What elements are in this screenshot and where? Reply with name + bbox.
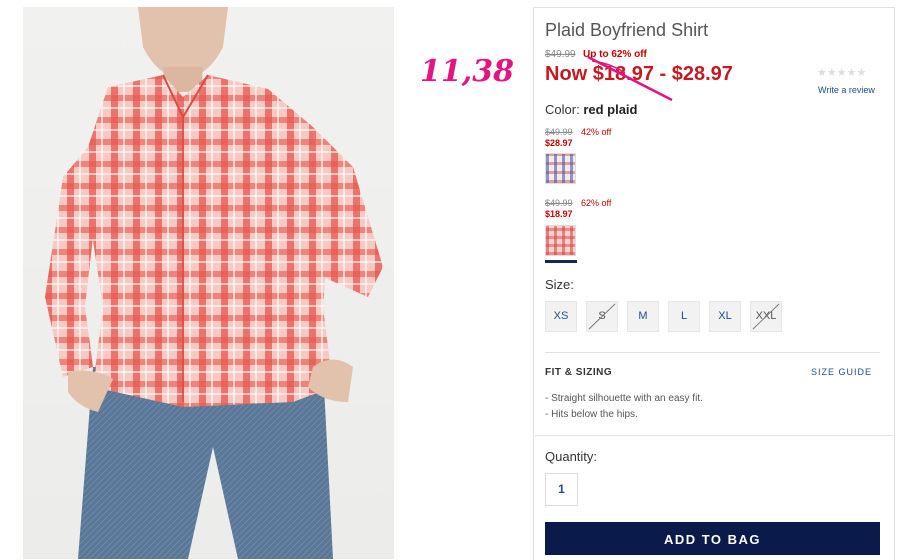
write-review-link[interactable]: Write a review [818, 85, 875, 95]
variant-original-price: $49.99 [545, 198, 573, 208]
color-swatch-blue-red-plaid[interactable] [545, 153, 576, 184]
original-price: $49.99 [545, 49, 576, 60]
product-image[interactable] [23, 7, 394, 559]
fit-detail-item: - Straight silhouette with an easy fit. [545, 393, 703, 404]
model-wearing-shirt-illustration [45, 7, 383, 559]
section-divider [535, 435, 892, 436]
fit-sizing-heading[interactable]: FIT & SIZING [545, 367, 612, 378]
variant-discount: 62% off [581, 198, 612, 208]
quantity-input[interactable]: 1 [545, 473, 578, 506]
sale-price: Now $18.97 - $28.97 [545, 63, 733, 85]
unavailable-slash-icon [752, 303, 780, 330]
fit-detail-item: - Hits below the hips. [545, 409, 638, 420]
add-to-bag-button[interactable]: ADD TO BAG [545, 522, 880, 555]
size-option-l[interactable]: L [668, 301, 700, 332]
color-swatch-red-plaid[interactable] [545, 225, 576, 256]
size-guide-link[interactable]: SIZE GUIDE [811, 367, 872, 377]
size-option-xl[interactable]: XL [709, 301, 741, 332]
size-option-xxl-unavailable[interactable]: XXL [750, 301, 782, 332]
color-label: Color: red plaid [545, 102, 638, 117]
quantity-label: Quantity: [545, 449, 598, 464]
size-option-m[interactable]: M [627, 301, 659, 332]
selected-swatch-indicator [545, 260, 577, 263]
section-divider [545, 352, 880, 353]
variant-sale-price: $18.97 [545, 209, 573, 219]
variant-discount: 42% off [581, 127, 612, 137]
variant-sale-price: $28.97 [545, 138, 573, 148]
discount-badge: Up to 62% off [583, 49, 647, 60]
handwritten-price-annotation: 11,38 [420, 54, 514, 89]
color-label-text: Color: [545, 102, 580, 117]
rating-stars-icon: ★★★★★ [817, 67, 867, 79]
size-option-xs[interactable]: XS [545, 301, 577, 332]
size-option-s-unavailable[interactable]: S [586, 301, 618, 332]
selected-color-name: red plaid [583, 102, 638, 117]
product-title: Plaid Boyfriend Shirt [545, 20, 709, 40]
size-label: Size: [545, 277, 574, 292]
variant-original-price: $49.99 [545, 127, 573, 137]
unavailable-slash-icon [588, 303, 616, 330]
